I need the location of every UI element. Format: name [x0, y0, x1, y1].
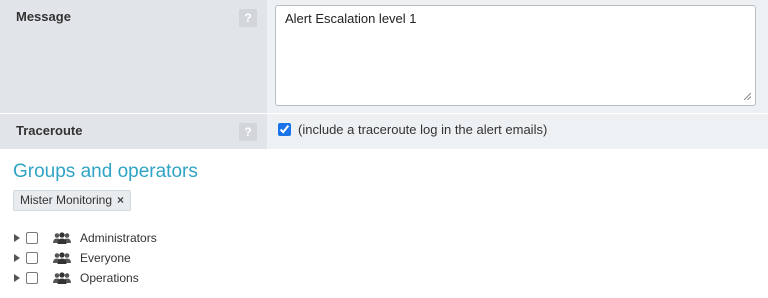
message-row: Message ? Alert Escalation level 1 — [0, 0, 768, 114]
traceroute-label: Traceroute — [16, 123, 83, 138]
resize-grip-icon[interactable] — [743, 92, 751, 100]
traceroute-help-icon[interactable]: ? — [239, 123, 257, 141]
group-icon — [53, 232, 71, 244]
group-icon — [53, 252, 71, 264]
traceroute-row: Traceroute ? (include a traceroute log i… — [0, 114, 768, 150]
selected-operator-tag: Mister Monitoring × — [13, 190, 132, 211]
message-textarea[interactable]: Alert Escalation level 1 — [275, 5, 756, 106]
expand-caret-icon[interactable] — [14, 234, 20, 242]
settings-form: Message ? Alert Escalation level 1 Trace… — [0, 0, 768, 150]
expand-caret-icon[interactable] — [14, 274, 20, 282]
tree-item-administrators[interactable]: Administrators — [14, 228, 157, 248]
tree-item-checkbox[interactable] — [26, 232, 38, 244]
message-label: Message — [16, 9, 71, 24]
tree-item-checkbox[interactable] — [26, 272, 38, 284]
traceroute-checkbox[interactable] — [278, 123, 291, 136]
tree-item-operations[interactable]: Operations — [14, 268, 157, 288]
selected-operator-label: Mister Monitoring — [20, 193, 113, 207]
tree-item-label: Administrators — [80, 231, 157, 245]
expand-caret-icon[interactable] — [14, 254, 20, 262]
groups-section-title: Groups and operators — [13, 161, 198, 182]
message-value-cell: Alert Escalation level 1 — [267, 0, 768, 113]
tree-item-checkbox[interactable] — [26, 252, 38, 264]
tree-item-everyone[interactable]: Everyone — [14, 248, 157, 268]
message-label-cell: Message ? — [0, 0, 267, 113]
tree-item-label: Everyone — [80, 251, 131, 265]
traceroute-option-text: (include a traceroute log in the alert e… — [298, 122, 548, 137]
tree-item-label: Operations — [80, 271, 139, 285]
group-icon — [53, 272, 71, 284]
traceroute-label-cell: Traceroute ? — [0, 114, 267, 149]
groups-tree: Administrators Everyone Operations — [14, 228, 157, 288]
remove-tag-icon[interactable]: × — [117, 191, 124, 210]
traceroute-value-cell: (include a traceroute log in the alert e… — [267, 114, 768, 149]
traceroute-option[interactable]: (include a traceroute log in the alert e… — [278, 122, 547, 137]
message-help-icon[interactable]: ? — [239, 9, 257, 27]
